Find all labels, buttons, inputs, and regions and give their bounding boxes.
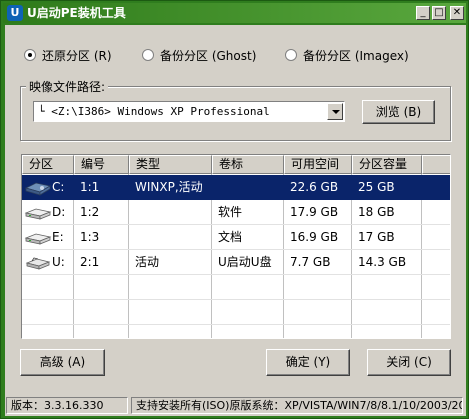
cell-free: 16.9 GB	[290, 230, 339, 244]
cell-number: 2:1	[80, 255, 100, 269]
column-header-filler	[422, 155, 450, 174]
chevron-down-icon[interactable]	[327, 103, 343, 120]
cell-free: 17.9 GB	[290, 205, 339, 219]
grid-line	[22, 324, 450, 325]
cell-type	[129, 225, 212, 250]
grid-line	[22, 299, 450, 300]
column-header-type[interactable]: 类型	[129, 155, 212, 174]
cell-number: 1:3	[80, 230, 100, 244]
table-row[interactable]: C: 1:1 WINXP,活动 22.6 GB 25 GB	[22, 175, 450, 200]
column-header-partition[interactable]: 分区	[22, 155, 74, 174]
maximize-button[interactable]: □	[432, 6, 446, 20]
column-header-free[interactable]: 可用空间	[284, 155, 352, 174]
cell-size: 17 GB	[358, 230, 395, 244]
column-header-size[interactable]: 分区容量	[352, 155, 422, 174]
table-row[interactable]: D: 1:2 软件 17.9 GB 18 GB	[22, 200, 450, 225]
cell-free: 22.6 GB	[290, 180, 339, 194]
cell-type: WINXP,活动	[135, 180, 203, 194]
cell-number: 1:1	[80, 180, 100, 194]
cell-number: 1:2	[80, 205, 100, 219]
close-window-button[interactable]: ✕	[450, 6, 464, 20]
close-button[interactable]: 关闭 (C)	[367, 349, 451, 376]
browse-button[interactable]: 浏览 (B)	[362, 100, 435, 124]
radio-ghost-indicator[interactable]	[142, 49, 154, 61]
image-path-combo[interactable]: └ <Z:\I386> Windows XP Professional	[33, 101, 345, 122]
cell-label: 软件	[218, 205, 243, 219]
cell-type: 活动	[135, 255, 160, 269]
radio-restore-partition[interactable]: 还原分区 (R)	[24, 47, 112, 63]
cell-label: 文档	[218, 230, 243, 244]
status-version: 版本：3.3.16.330	[6, 397, 128, 414]
cell-size: 18 GB	[358, 205, 395, 219]
radio-imagex-label: 备份分区 (Imagex)	[303, 48, 409, 63]
cell-label: U启动U盘	[218, 255, 272, 269]
window-title: U启动PE装机工具	[27, 6, 126, 20]
advanced-button[interactable]: 高级 (A)	[20, 349, 105, 376]
cell-size: 25 GB	[358, 180, 395, 194]
image-path-value: └ <Z:\I386> Windows XP Professional	[38, 105, 270, 118]
cell-partition: D:	[52, 205, 66, 219]
cell-type	[129, 200, 212, 225]
radio-restore-indicator[interactable]	[24, 49, 36, 61]
status-support: 支持安装所有(ISO)原版系统：XP/VISTA/WIN7/8/8.1/10/2…	[131, 397, 463, 414]
table-row[interactable]: E: 1:3 文档 16.9 GB 17 GB	[22, 225, 450, 250]
radio-backup-imagex[interactable]: 备份分区 (Imagex)	[285, 47, 409, 63]
table-row[interactable]: U: 2:1 活动 U启动U盘 7.7 GB 14.3 GB	[22, 250, 450, 275]
cell-partition: E:	[52, 230, 64, 244]
minimize-button[interactable]: _	[416, 6, 430, 20]
radio-imagex-indicator[interactable]	[285, 49, 297, 61]
column-header-number[interactable]: 编号	[74, 155, 129, 174]
partition-table[interactable]: 分区 编号 类型 卷标 可用空间 分区容量 C: 1:1 WINXP,活动 22…	[21, 154, 451, 339]
table-header: 分区 编号 类型 卷标 可用空间 分区容量	[22, 155, 450, 174]
column-header-label[interactable]: 卷标	[212, 155, 284, 174]
radio-ghost-label: 备份分区 (Ghost)	[160, 48, 257, 63]
app-logo-icon: U	[7, 5, 23, 21]
cell-partition: U:	[52, 255, 65, 269]
cell-label	[212, 175, 284, 200]
radio-restore-label: 还原分区 (R)	[42, 48, 112, 63]
image-path-group-label: 映像文件路径:	[26, 78, 109, 95]
ok-button[interactable]: 确定 (Y)	[266, 349, 350, 376]
cell-free: 7.7 GB	[290, 255, 331, 269]
cell-partition: C:	[52, 180, 65, 194]
cell-size: 14.3 GB	[358, 255, 407, 269]
title-bar[interactable]: U U启动PE装机工具 _ □ ✕	[3, 3, 466, 23]
radio-backup-ghost[interactable]: 备份分区 (Ghost)	[142, 47, 256, 63]
